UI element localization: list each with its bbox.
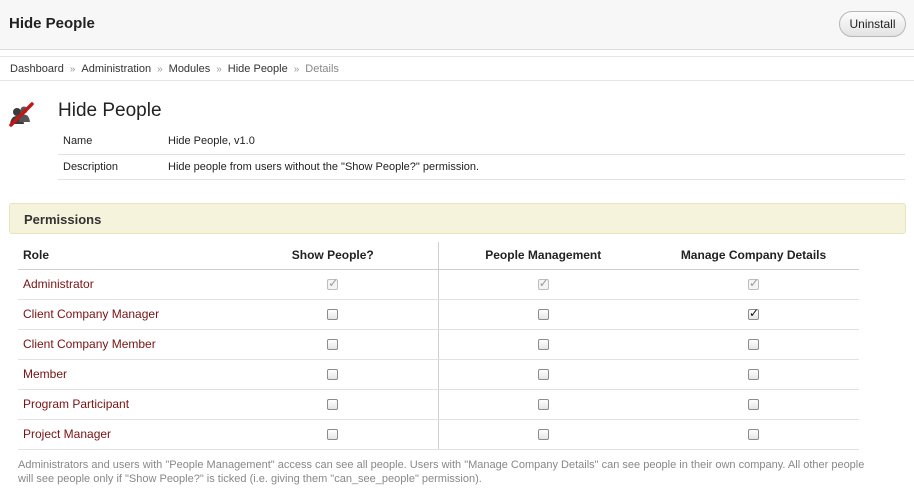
permissions-footnote: Administrators and users with "People Ma… <box>18 459 865 485</box>
people-management-checkbox[interactable] <box>537 399 549 411</box>
permission-row: Member <box>18 359 859 390</box>
manage-company-details-checkbox[interactable] <box>748 339 759 351</box>
uninstall-button[interactable]: Uninstall <box>839 11 906 37</box>
role-name[interactable]: Client Company Member <box>18 329 228 360</box>
permission-cell-people-management <box>437 269 648 300</box>
role-name[interactable]: Program Participant <box>18 389 228 420</box>
people-management-checkbox[interactable] <box>537 369 549 381</box>
people-management-checkbox <box>537 276 549 291</box>
show-people-checkbox[interactable] <box>327 399 339 411</box>
permission-cell-people-management <box>437 419 648 450</box>
permission-cell-manage-company-details <box>648 269 859 300</box>
role-name[interactable]: Project Manager <box>18 419 228 450</box>
breadcrumb: Dashboard » Administration » Modules » Hide Pe… <box>10 63 339 75</box>
breadcrumb-separator: » <box>157 64 163 75</box>
permission-cell-people-management <box>437 359 648 390</box>
permissions-header-row: Role Show People? People Management Mana… <box>18 242 859 270</box>
role-name[interactable]: Client Company Manager <box>18 299 228 330</box>
show-people-checkbox[interactable] <box>327 309 339 321</box>
permissions-title: Permissions <box>24 212 102 227</box>
detail-key: Name <box>58 129 163 155</box>
top-bar: Hide People Uninstall <box>0 0 914 50</box>
column-header-role: Role <box>18 242 228 270</box>
breadcrumb-separator: » <box>293 64 300 75</box>
breadcrumb-separator: » <box>216 64 222 75</box>
permission-cell-show-people <box>228 389 438 420</box>
manage-company-details-checkbox[interactable] <box>748 429 759 441</box>
column-header-show-people: Show People? <box>228 242 438 270</box>
detail-value: Hide People, v1.0 <box>163 129 905 155</box>
people-management-checkbox[interactable] <box>537 429 549 441</box>
show-people-checkbox[interactable] <box>327 429 339 441</box>
permission-row: Client Company Manager <box>18 299 859 330</box>
breadcrumb-bar: Dashboard » Administration » Modules » Hide Pe… <box>0 56 914 81</box>
show-people-checkbox[interactable] <box>327 339 339 351</box>
column-header-manage-company-details: Manage Company Details <box>648 242 859 270</box>
breadcrumb-dashboard[interactable]: Dashboard <box>10 63 64 75</box>
permission-cell-manage-company-details <box>648 389 859 420</box>
permission-cell-manage-company-details <box>648 359 859 390</box>
permission-cell-show-people <box>228 299 438 330</box>
permission-row: Project Manager <box>18 419 859 450</box>
manage-company-details-checkbox[interactable] <box>748 306 759 321</box>
permission-cell-manage-company-details <box>648 329 859 360</box>
permission-cell-show-people <box>228 329 438 360</box>
permission-cell-show-people <box>228 269 438 300</box>
permissions-table-body: AdministratorClient Company ManagerClien… <box>18 269 859 450</box>
breadcrumb-hide-people[interactable]: Hide People <box>228 63 288 75</box>
breadcrumb-separator: » <box>69 64 76 75</box>
people-management-checkbox[interactable] <box>537 339 549 351</box>
page-title: Hide People <box>9 15 95 32</box>
detail-row-description: Description Hide people from users witho… <box>58 154 905 180</box>
permission-cell-people-management <box>437 329 648 360</box>
role-name[interactable]: Administrator <box>18 269 228 300</box>
detail-key: Description <box>58 154 163 180</box>
permission-cell-show-people <box>228 359 438 390</box>
show-people-checkbox[interactable] <box>327 369 339 381</box>
permission-row: Client Company Member <box>18 329 859 360</box>
module-details-table: Name Hide People, v1.0 Description Hide … <box>58 129 905 180</box>
detail-value: Hide people from users without the "Show… <box>163 154 905 180</box>
manage-company-details-checkbox[interactable] <box>748 399 759 411</box>
permissions-section-header: Permissions <box>9 203 906 234</box>
breadcrumb-administration[interactable]: Administration <box>81 63 151 75</box>
permission-cell-show-people <box>228 419 438 450</box>
manage-company-details-checkbox[interactable] <box>748 369 759 381</box>
permission-cell-people-management <box>437 299 648 330</box>
show-people-checkbox <box>327 276 338 291</box>
people-management-checkbox[interactable] <box>537 309 549 321</box>
permission-cell-manage-company-details <box>648 299 859 330</box>
manage-company-details-checkbox <box>748 276 759 291</box>
column-header-people-management: People Management <box>437 242 648 270</box>
permission-cell-manage-company-details <box>648 419 859 450</box>
detail-row-name: Name Hide People, v1.0 <box>58 129 905 155</box>
breadcrumb-modules[interactable]: Modules <box>169 63 211 75</box>
module-title: Hide People <box>58 100 162 121</box>
permission-row: Administrator <box>18 269 859 300</box>
hide-people-icon <box>7 100 35 128</box>
breadcrumb-current: Details <box>305 63 339 75</box>
permission-row: Program Participant <box>18 389 859 420</box>
role-name[interactable]: Member <box>18 359 228 390</box>
permissions-table: Role Show People? People Management Mana… <box>18 242 859 450</box>
permission-cell-people-management <box>437 389 648 420</box>
